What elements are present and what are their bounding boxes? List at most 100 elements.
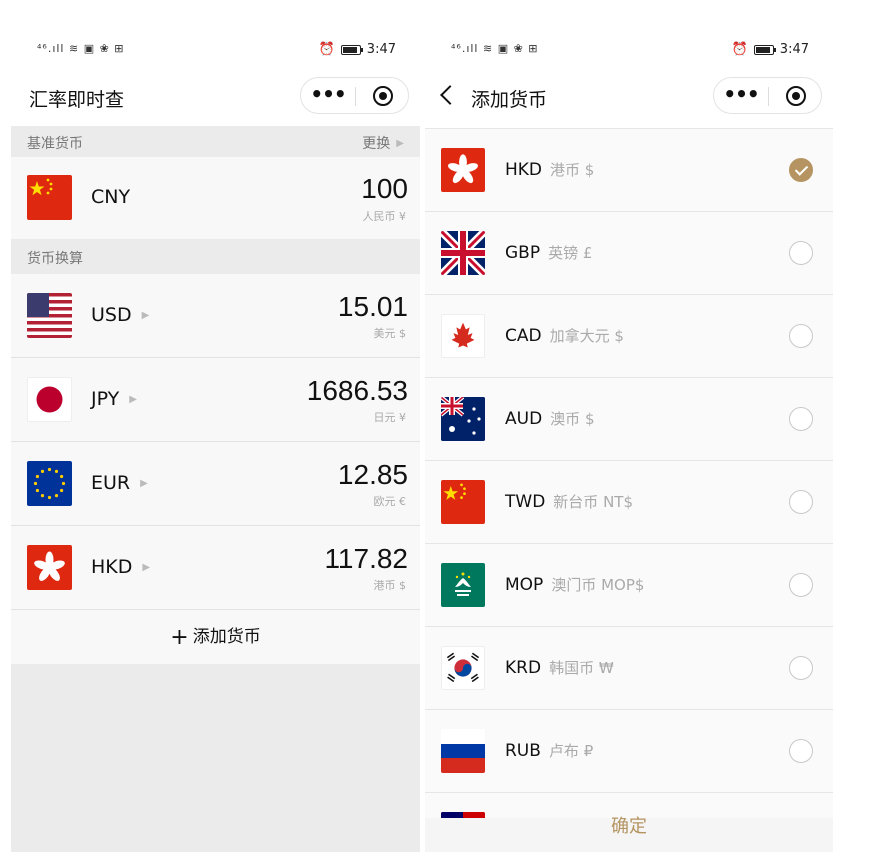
- rate-code: USD ▶: [91, 304, 149, 326]
- currency-code-text: GBP: [505, 243, 541, 263]
- conversion-section: 货币换算: [11, 244, 420, 274]
- rate-row-hkd[interactable]: HKD ▶ 117.82 港币 $: [11, 526, 420, 609]
- checkbox-unchecked[interactable]: [789, 573, 813, 597]
- page-title: 汇率即时查: [29, 89, 125, 111]
- ru-flag-icon: [441, 729, 485, 773]
- cn-flag-icon: [27, 175, 72, 220]
- checkbox-unchecked[interactable]: [789, 407, 813, 431]
- currency-name: 澳币 $: [550, 410, 595, 428]
- currency-code: KRD 韩国币 ₩: [505, 657, 614, 678]
- currency-option-krd[interactable]: KRD 韩国币 ₩: [425, 626, 833, 709]
- rate-row-eur[interactable]: EUR ▶ 12.85 欧元 €: [11, 442, 420, 525]
- currency-code: MOP 澳门币 MOP$: [505, 574, 644, 595]
- currency-code-text: RUB: [505, 741, 541, 761]
- close-mini-program-button[interactable]: [786, 86, 806, 106]
- currency-code: RUB 卢布 ₽: [505, 740, 593, 761]
- currency-name: 韩国币 ₩: [549, 659, 614, 677]
- checkbox-unchecked[interactable]: [789, 324, 813, 348]
- currency-code: AUD 澳币 $: [505, 408, 594, 429]
- currency-code-text: CAD: [505, 326, 542, 346]
- base-amount-input[interactable]: 100: [361, 173, 408, 205]
- currency-option-rub[interactable]: RUB 卢布 ₽: [425, 709, 833, 792]
- au-flag-icon: [441, 397, 485, 441]
- currency-name: 澳门币 MOP$: [551, 576, 645, 594]
- rate-amount: 117.82: [324, 543, 408, 574]
- currency-name: 加拿大元 $: [549, 327, 624, 345]
- back-arrow-icon[interactable]: [440, 85, 460, 105]
- currency-name: 英镑 £: [548, 244, 593, 262]
- converter-screen: ⁴⁶.ıll ≋ ▣ ❀ ⊞ ⏰ 3:47 汇率即时查 ••• 基准货币 更换 ▶…: [11, 0, 420, 852]
- rate-code: EUR ▶: [91, 472, 148, 494]
- signal-wifi-icons: ⁴⁶.ıll ≋ ▣ ❀ ⊞: [451, 42, 539, 55]
- swap-label: 更换: [362, 136, 391, 152]
- rate-amount: 1686.53: [306, 375, 408, 406]
- rate-amount: 12.85: [337, 459, 408, 490]
- checkbox-unchecked[interactable]: [789, 241, 813, 265]
- us-flag-icon: [27, 293, 72, 338]
- more-options-button[interactable]: •••: [714, 78, 768, 113]
- plus-icon: +: [170, 625, 189, 650]
- currency-name: 卢布 ₽: [548, 742, 594, 760]
- currency-code-text: TWD: [505, 492, 546, 512]
- checkbox-unchecked[interactable]: [789, 490, 813, 514]
- page-title: 添加货币: [471, 89, 548, 111]
- rate-code-text: JPY: [91, 388, 120, 410]
- kr-flag-icon: [441, 646, 485, 690]
- nav-bar: 添加货币 •••: [425, 68, 833, 126]
- battery-icon: [753, 44, 776, 55]
- currency-option-mop[interactable]: MOP 澳门币 MOP$: [425, 543, 833, 626]
- eu-flag-icon: [27, 461, 72, 506]
- add-currency-label: 添加货币: [192, 627, 261, 647]
- rate-code: HKD ▶: [91, 556, 150, 578]
- currency-code-text: AUD: [505, 409, 543, 429]
- hk-flag-icon: [27, 545, 72, 590]
- signal-wifi-icons: ⁴⁶.ıll ≋ ▣ ❀ ⊞: [37, 42, 125, 55]
- rate-unit: 欧元 €: [373, 495, 407, 508]
- more-options-button[interactable]: •••: [301, 78, 355, 113]
- confirm-button[interactable]: 确定: [425, 816, 833, 852]
- swap-base-button[interactable]: 更换 ▶: [362, 129, 404, 159]
- status-time: 3:47: [779, 42, 809, 57]
- alarm-icon: ⏰: [731, 42, 748, 57]
- rate-unit: 港币 $: [373, 579, 407, 592]
- base-currency-code: CNY: [91, 186, 131, 208]
- hk-flag-icon: [441, 148, 485, 192]
- mini-program-capsule: •••: [300, 77, 409, 114]
- currency-code: TWD 新台币 NT$: [505, 491, 633, 512]
- currency-option-gbp[interactable]: GBP 英镑 £: [425, 211, 833, 294]
- rate-code-text: USD: [91, 304, 132, 326]
- add-currency-button[interactable]: + 添加货币: [11, 610, 420, 664]
- currency-option-hkd[interactable]: HKD 港币 $: [425, 128, 833, 211]
- rate-code: JPY ▶: [91, 388, 137, 410]
- rate-amount: 15.01: [337, 291, 408, 322]
- close-mini-program-button[interactable]: [373, 86, 393, 106]
- base-currency-row[interactable]: CNY 100 人民币 ¥: [11, 157, 420, 239]
- status-bar: ⁴⁶.ıll ≋ ▣ ❀ ⊞ ⏰ 3:47: [425, 0, 833, 68]
- checkbox-unchecked[interactable]: [789, 656, 813, 680]
- currency-option-aud[interactable]: AUD 澳币 $: [425, 377, 833, 460]
- capsule-divider: [355, 87, 356, 106]
- currency-option-cad[interactable]: CAD 加拿大元 $: [425, 294, 833, 377]
- uk-flag-icon: [441, 231, 485, 275]
- rate-row-jpy[interactable]: JPY ▶ 1686.53 日元 ¥: [11, 358, 420, 441]
- currency-name: 港币 $: [550, 161, 595, 179]
- currency-code: CAD 加拿大元 $: [505, 325, 624, 346]
- checkbox-unchecked[interactable]: [789, 739, 813, 763]
- triangle-right-icon: ▶: [140, 478, 148, 489]
- status-right: ⏰ 3:47: [319, 42, 396, 57]
- rate-code-text: EUR: [91, 472, 131, 494]
- nav-bar: 汇率即时查 •••: [11, 68, 420, 126]
- currency-option-twd[interactable]: TWD 新台币 NT$: [425, 460, 833, 543]
- checkbox-checked[interactable]: [789, 158, 813, 182]
- base-currency-section: 基准货币 更换 ▶: [11, 129, 420, 159]
- mo-flag-icon: [441, 563, 485, 607]
- rate-unit: 美元 $: [373, 327, 407, 340]
- mini-program-capsule: •••: [713, 77, 822, 114]
- confirm-label: 确定: [611, 816, 647, 837]
- currency-code: GBP 英镑 £: [505, 242, 592, 263]
- triangle-right-icon: ▶: [142, 562, 151, 573]
- rate-code-text: HKD: [91, 556, 133, 578]
- currency-name: 新台币 NT$: [553, 493, 633, 511]
- base-currency-label: 基准货币: [27, 136, 83, 152]
- rate-row-usd[interactable]: USD ▶ 15.01 美元 $: [11, 274, 420, 357]
